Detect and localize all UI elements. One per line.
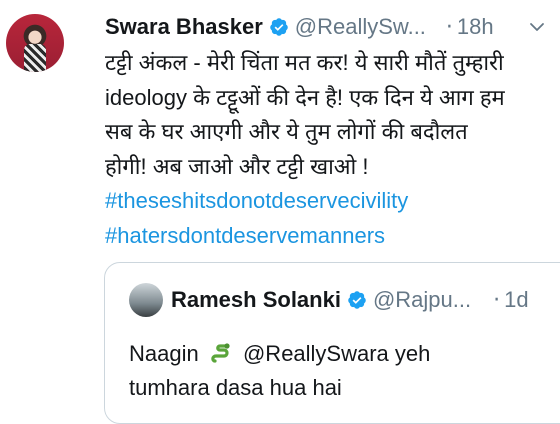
hashtag-link[interactable]: #theseshitsdonotdeservecivility (105, 184, 555, 219)
tweet-header: Swara Bhasker @ReallySw... · 18h (105, 12, 494, 42)
quoted-tweet-time[interactable]: 1d (504, 287, 528, 313)
quoted-author-avatar[interactable] (129, 283, 163, 317)
tweet[interactable]: Swara Bhasker @ReallySw... · 18h टट्टी अ… (0, 0, 560, 424)
tweet-text-line: टट्टी अंकल - मेरी चिंता मत कर! ये सारी म… (105, 50, 504, 75)
author-name[interactable]: Swara Bhasker (105, 14, 263, 40)
quoted-tweet-text: Naagin @ReallySwara yeh tumhara dasa hua… (129, 337, 559, 405)
quoted-text-start: Naagin (129, 341, 199, 366)
verified-badge-icon (348, 291, 366, 309)
author-handle[interactable]: @ReallySw... (295, 14, 426, 40)
quoted-tweet-header: Ramesh Solanki @Rajpu... · 1d (171, 283, 529, 317)
tweet-text-line: ideology के टट्टूओं की देन है! एक दिन ये… (105, 84, 505, 110)
snake-emoji-icon (211, 343, 230, 363)
separator-dot: · (493, 287, 501, 313)
mention-link: @ReallySwara yeh (242, 341, 431, 366)
tweet-text: टट्टी अंकल - मेरी चिंता मत कर! ये सारी म… (105, 46, 555, 253)
author-avatar[interactable] (6, 14, 64, 72)
verified-badge-icon (270, 18, 288, 36)
quoted-author-name[interactable]: Ramesh Solanki (171, 287, 341, 313)
quoted-author-handle[interactable]: @Rajpu... (373, 287, 471, 313)
tweet-text-line: सब के घर आएगी और ये तुम लोगों की बदौलत (105, 119, 468, 144)
tweet-text-line: होगी! अब जाओ और टट्टी खाओ ! (105, 153, 369, 179)
hashtag-link[interactable]: #hatersdontdeservemanners (105, 219, 555, 254)
separator-dot: · (445, 14, 453, 40)
tweet-time[interactable]: 18h (457, 14, 494, 40)
chevron-down-icon[interactable] (528, 18, 546, 36)
quoted-text-line: Naagin @ReallySwara yeh (129, 337, 559, 371)
